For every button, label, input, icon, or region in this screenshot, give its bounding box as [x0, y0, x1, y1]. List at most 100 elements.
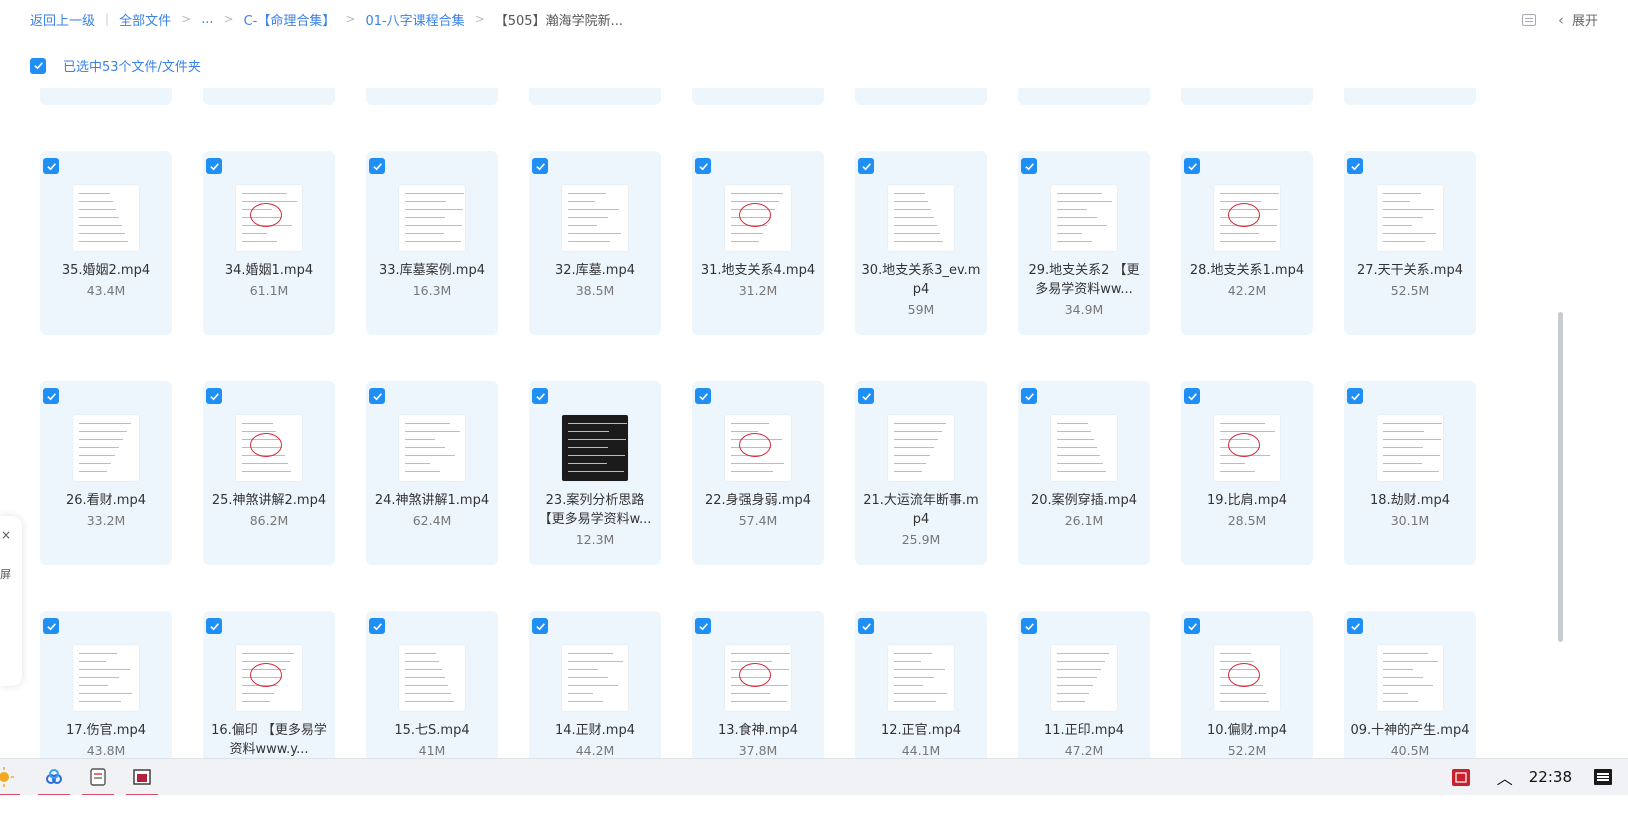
- breadcrumb-item-ellipsis[interactable]: ...: [201, 12, 213, 27]
- close-icon[interactable]: ×: [1, 528, 11, 542]
- file-name[interactable]: 29.地支关系2 【更多易学资料ww...: [1018, 261, 1150, 299]
- file-card[interactable]: 19.比肩.mp4 28.5M: [1181, 381, 1313, 565]
- file-checkbox[interactable]: [43, 158, 59, 174]
- weather-app-icon[interactable]: [0, 765, 20, 796]
- video-thumbnail[interactable]: [888, 185, 954, 251]
- file-card[interactable]: 27.天干关系.mp4 52.5M: [1344, 151, 1476, 335]
- file-name[interactable]: 10.偏财.mp4: [1181, 721, 1313, 740]
- video-thumbnail[interactable]: [73, 645, 139, 711]
- file-card[interactable]: 22.身强身弱.mp4 57.4M: [692, 381, 824, 565]
- file-card[interactable]: 30.地支关系3_ev.mp4 59M: [855, 151, 987, 335]
- file-card-partial[interactable]: [692, 88, 824, 105]
- video-thumbnail[interactable]: [1051, 185, 1117, 251]
- file-name[interactable]: 13.食神.mp4: [692, 721, 824, 740]
- file-checkbox[interactable]: [532, 388, 548, 404]
- video-thumbnail[interactable]: [562, 185, 628, 251]
- file-card[interactable]: 28.地支关系1.mp4 42.2M: [1181, 151, 1313, 335]
- file-card-partial[interactable]: [1181, 88, 1313, 105]
- file-checkbox[interactable]: [532, 618, 548, 634]
- video-thumbnail[interactable]: [399, 645, 465, 711]
- file-checkbox[interactable]: [695, 618, 711, 634]
- file-card-partial[interactable]: [40, 88, 172, 105]
- file-name[interactable]: 31.地支关系4.mp4: [692, 261, 824, 280]
- file-card[interactable]: 26.看财.mp4 33.2M: [40, 381, 172, 565]
- chevron-up-icon[interactable]: ︿: [1497, 765, 1513, 789]
- video-thumbnail[interactable]: [1214, 415, 1280, 481]
- file-checkbox[interactable]: [695, 388, 711, 404]
- file-card[interactable]: 21.大运流年断事.mp4 25.9M: [855, 381, 987, 565]
- video-thumbnail[interactable]: [888, 415, 954, 481]
- file-name[interactable]: 16.偏印 【更多易学资料www.y...: [203, 721, 335, 759]
- file-card-partial[interactable]: [1018, 88, 1150, 105]
- file-checkbox[interactable]: [532, 158, 548, 174]
- file-checkbox[interactable]: [1184, 158, 1200, 174]
- file-checkbox[interactable]: [858, 618, 874, 634]
- file-card[interactable]: 18.劫财.mp4 30.1M: [1344, 381, 1476, 565]
- video-thumbnail[interactable]: [725, 415, 791, 481]
- file-name[interactable]: 35.婚姻2.mp4: [40, 261, 172, 280]
- file-name[interactable]: 09.十神的产生.mp4: [1344, 721, 1476, 740]
- file-checkbox[interactable]: [1184, 618, 1200, 634]
- file-card-partial[interactable]: [529, 88, 661, 105]
- file-name[interactable]: 12.正官.mp4: [855, 721, 987, 740]
- file-name[interactable]: 17.伤官.mp4: [40, 721, 172, 740]
- file-card[interactable]: 24.神煞讲解1.mp4 62.4M: [366, 381, 498, 565]
- select-all-checkbox[interactable]: [30, 57, 46, 74]
- file-name[interactable]: 19.比肩.mp4: [1181, 491, 1313, 510]
- file-name[interactable]: 15.七S.mp4: [366, 721, 498, 740]
- breadcrumb-item-bazi-course[interactable]: 01-八字课程合集: [365, 10, 464, 29]
- video-thumbnail[interactable]: [73, 185, 139, 251]
- video-thumbnail[interactable]: [562, 645, 628, 711]
- video-thumbnail[interactable]: [1051, 415, 1117, 481]
- file-checkbox[interactable]: [369, 388, 385, 404]
- file-checkbox[interactable]: [1347, 158, 1363, 174]
- file-card[interactable]: 29.地支关系2 【更多易学资料ww... 34.9M: [1018, 151, 1150, 335]
- window-app-icon[interactable]: [126, 765, 158, 796]
- file-card-partial[interactable]: [855, 88, 987, 105]
- file-checkbox[interactable]: [858, 388, 874, 404]
- cloud-drive-app-icon[interactable]: [38, 765, 70, 796]
- file-name[interactable]: 23.案列分析思路【更多易学资料w...: [529, 491, 661, 529]
- file-checkbox[interactable]: [206, 618, 222, 634]
- seal-app-icon[interactable]: [1451, 766, 1471, 788]
- file-card-partial[interactable]: [366, 88, 498, 105]
- file-checkbox[interactable]: [369, 618, 385, 634]
- file-name[interactable]: 27.天干关系.mp4: [1344, 261, 1476, 280]
- file-card[interactable]: 35.婚姻2.mp4 43.4M: [40, 151, 172, 335]
- video-thumbnail[interactable]: [236, 645, 302, 711]
- notification-icon[interactable]: [1594, 769, 1612, 785]
- file-checkbox[interactable]: [1021, 388, 1037, 404]
- video-thumbnail[interactable]: [399, 185, 465, 251]
- file-card[interactable]: 32.库墓.mp4 38.5M: [529, 151, 661, 335]
- file-checkbox[interactable]: [206, 388, 222, 404]
- file-name[interactable]: 32.库墓.mp4: [529, 261, 661, 280]
- file-checkbox[interactable]: [206, 158, 222, 174]
- file-card[interactable]: 25.神煞讲解2.mp4 86.2M: [203, 381, 335, 565]
- side-panel-tab[interactable]: × 屏: [0, 516, 22, 686]
- file-name[interactable]: 18.劫财.mp4: [1344, 491, 1476, 510]
- breadcrumb-item-all-files[interactable]: 全部文件: [119, 10, 171, 29]
- video-thumbnail[interactable]: [1214, 645, 1280, 711]
- clock[interactable]: 22:38: [1529, 768, 1572, 786]
- file-checkbox[interactable]: [1347, 618, 1363, 634]
- file-card[interactable]: 34.婚姻1.mp4 61.1M: [203, 151, 335, 335]
- file-name[interactable]: 21.大运流年断事.mp4: [855, 491, 987, 529]
- expand-button[interactable]: 展开: [1572, 10, 1598, 29]
- video-thumbnail[interactable]: [1051, 645, 1117, 711]
- file-card[interactable]: 23.案列分析思路【更多易学资料w... 12.3M: [529, 381, 661, 565]
- video-thumbnail[interactable]: [399, 415, 465, 481]
- file-card-partial[interactable]: [1344, 88, 1476, 105]
- file-name[interactable]: 28.地支关系1.mp4: [1181, 261, 1313, 280]
- file-card[interactable]: 20.案例穿插.mp4 26.1M: [1018, 381, 1150, 565]
- video-thumbnail[interactable]: [562, 415, 628, 481]
- video-thumbnail[interactable]: [236, 185, 302, 251]
- file-name[interactable]: 14.正财.mp4: [529, 721, 661, 740]
- vertical-scrollbar[interactable]: [1558, 312, 1563, 642]
- file-name[interactable]: 30.地支关系3_ev.mp4: [855, 261, 987, 299]
- video-thumbnail[interactable]: [1377, 645, 1443, 711]
- video-thumbnail[interactable]: [888, 645, 954, 711]
- file-name[interactable]: 24.神煞讲解1.mp4: [366, 491, 498, 510]
- file-name[interactable]: 22.身强身弱.mp4: [692, 491, 824, 510]
- video-thumbnail[interactable]: [1377, 415, 1443, 481]
- file-card-partial[interactable]: [203, 88, 335, 105]
